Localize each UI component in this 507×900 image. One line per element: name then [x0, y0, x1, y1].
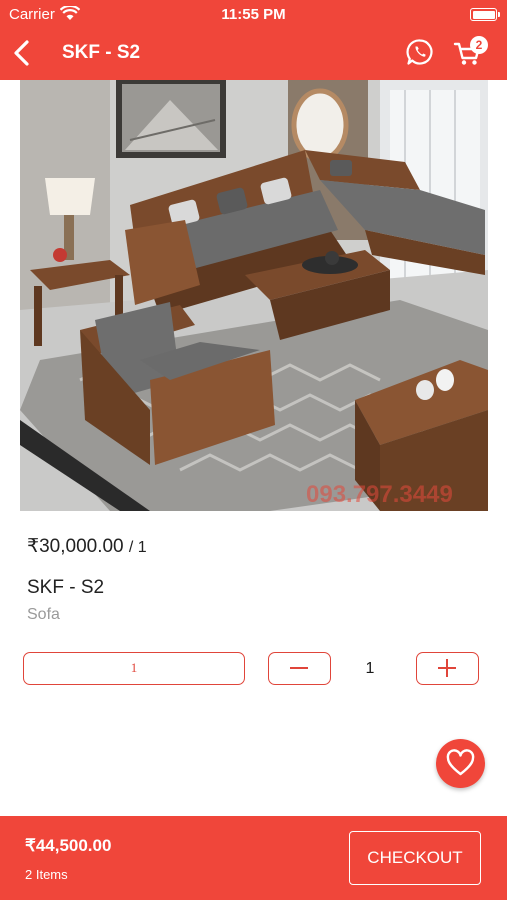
battery-icon: [470, 8, 500, 21]
product-image: 093.797.3449: [20, 80, 488, 511]
whatsapp-icon[interactable]: [406, 38, 434, 66]
increase-quantity-button[interactable]: [416, 652, 479, 685]
page-title: SKF - S2: [62, 42, 141, 63]
cart-item-count: 2 Items: [25, 867, 68, 882]
minus-icon: [290, 667, 308, 669]
product-name: SKF - S2: [27, 577, 105, 598]
decrease-quantity-button[interactable]: [268, 652, 331, 685]
checkout-bar: ₹44,500.00 2 Items CHECKOUT: [0, 816, 507, 900]
status-bar: Carrier 11:55 PM: [0, 0, 507, 28]
quantity-input[interactable]: 1: [23, 652, 245, 685]
price-unit: / 1: [128, 539, 147, 556]
watermark-text: 093.797.3449: [306, 481, 453, 508]
checkout-button[interactable]: CHECKOUT: [349, 831, 481, 885]
cart-button[interactable]: 2: [452, 36, 488, 68]
cart-count-badge: 2: [470, 36, 488, 54]
back-arrow-icon[interactable]: [10, 38, 36, 68]
heart-icon: [446, 749, 475, 776]
price-value: ₹30,000.00: [27, 536, 124, 557]
favorite-button[interactable]: [436, 739, 485, 788]
top-bar: Carrier 11:55 PM SKF - S2 2: [0, 0, 507, 80]
product-price: ₹30,000.00 / 1: [27, 535, 147, 558]
product-category: Sofa: [27, 606, 60, 623]
plus-icon: [438, 659, 456, 677]
cart-total: ₹44,500.00: [25, 836, 112, 855]
nav-bar: SKF - S2 2: [0, 30, 507, 76]
clock: 11:55 PM: [221, 6, 286, 23]
quantity-value: 1: [365, 660, 375, 677]
sofa-set-illustration: 093.797.3449: [20, 80, 488, 511]
